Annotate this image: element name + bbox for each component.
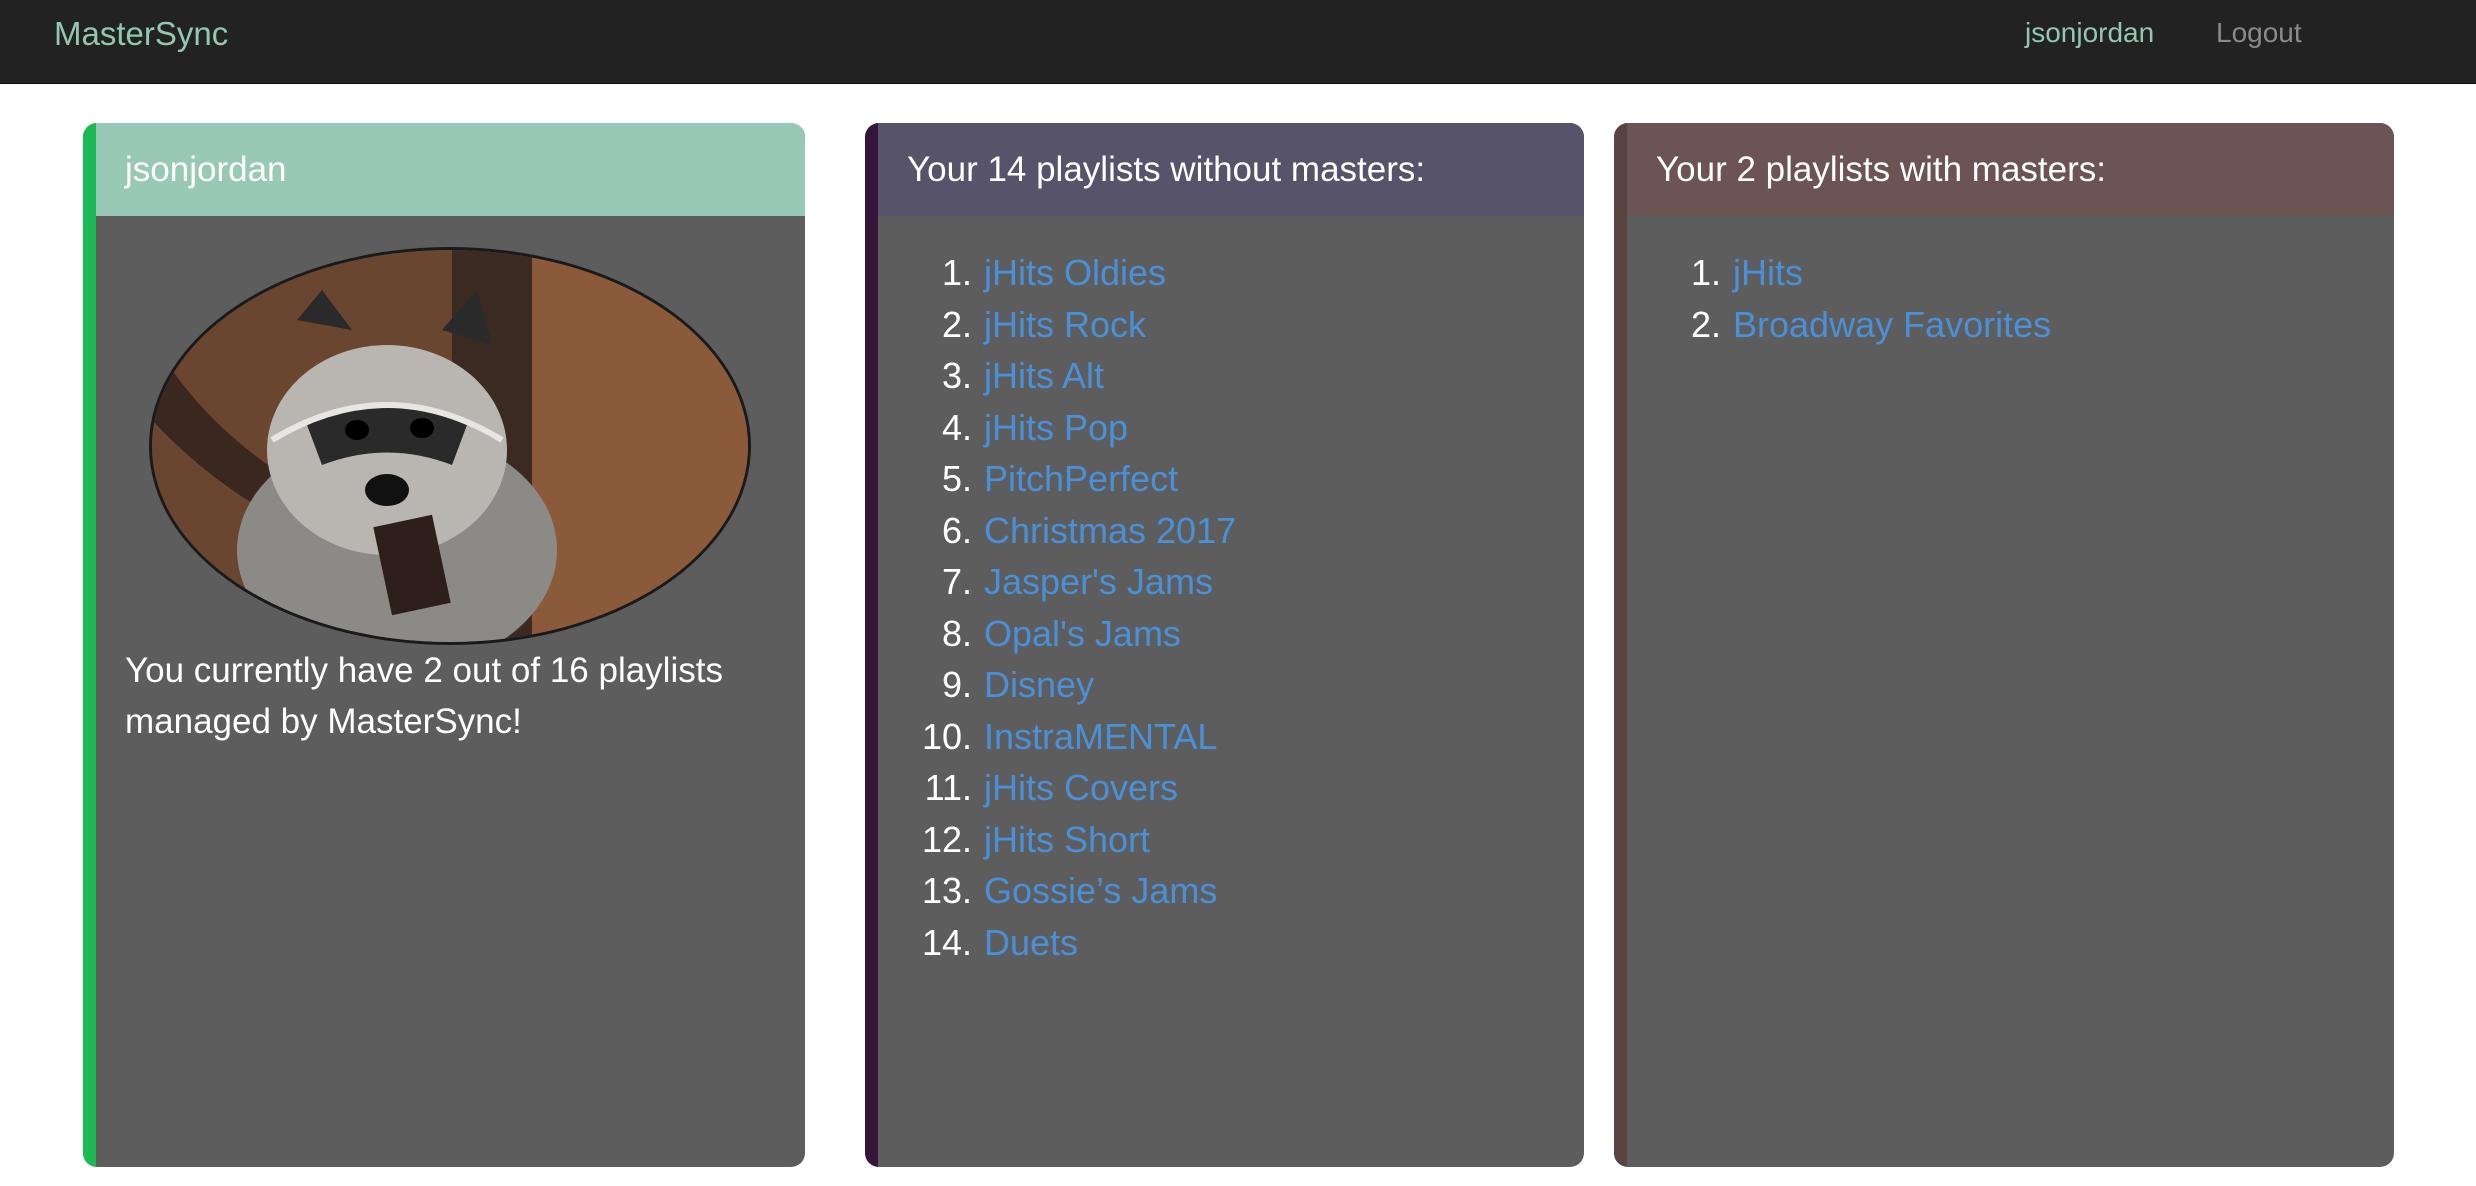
playlist-link[interactable]: jHits bbox=[1733, 252, 1803, 293]
list-item-number: 11. bbox=[924, 767, 972, 808]
playlist-link[interactable]: jHits Short bbox=[984, 819, 1150, 860]
list-item: 13. Gossie’s Jams bbox=[915, 865, 1236, 917]
list-item: 3. jHits Alt bbox=[915, 350, 1236, 402]
list-item: 2. Broadway Favorites bbox=[1664, 299, 2051, 351]
without-masters-list: 1. jHits Oldies 2. jHits Rock 3. jHits Alt 4. j… bbox=[915, 247, 1236, 968]
logout-link[interactable]: Logout bbox=[2216, 15, 2302, 51]
profile-card-accent bbox=[83, 123, 96, 1167]
list-item-number: 3. bbox=[941, 355, 972, 396]
playlist-link[interactable]: Jasper's Jams bbox=[984, 561, 1213, 602]
playlist-link[interactable]: Gossie’s Jams bbox=[984, 870, 1217, 911]
with-masters-card-title: Your 2 playlists with masters: bbox=[1627, 123, 2394, 216]
with-masters-list: 1. jHits 2. Broadway Favorites bbox=[1664, 247, 2051, 350]
without-masters-card-accent bbox=[865, 123, 878, 1167]
brand-link[interactable]: MasterSync bbox=[54, 12, 228, 56]
playlist-link[interactable]: Disney bbox=[984, 664, 1094, 705]
playlist-link[interactable]: jHits Covers bbox=[984, 767, 1178, 808]
top-navbar: MasterSync jsonjordan Logout bbox=[0, 0, 2476, 84]
nav-username-link[interactable]: jsonjordan bbox=[2025, 15, 2154, 51]
playlist-link[interactable]: Christmas 2017 bbox=[984, 510, 1236, 551]
playlist-link[interactable]: jHits Pop bbox=[984, 407, 1128, 448]
list-item: 5. PitchPerfect bbox=[915, 453, 1236, 505]
list-item: 4. jHits Pop bbox=[915, 402, 1236, 454]
list-item-number: 6. bbox=[941, 509, 972, 551]
list-item: 8. Opal's Jams bbox=[915, 608, 1236, 660]
raccoon-photo-icon bbox=[152, 250, 748, 642]
playlist-summary-text: You currently have 2 out of 16 playlists… bbox=[125, 651, 723, 741]
list-item-number: 7. bbox=[941, 561, 972, 602]
list-item-number: 1. bbox=[941, 252, 972, 293]
list-item-number: 14. bbox=[921, 921, 972, 963]
list-item-number: 2. bbox=[941, 303, 972, 345]
playlist-link[interactable]: PitchPerfect bbox=[984, 458, 1178, 499]
playlist-link[interactable]: jHits Rock bbox=[984, 304, 1146, 345]
playlist-link[interactable]: Broadway Favorites bbox=[1733, 304, 2051, 345]
profile-card-title: jsonjordan bbox=[96, 123, 805, 216]
list-item-number: 8. bbox=[941, 612, 972, 654]
list-item-number: 12. bbox=[921, 818, 972, 860]
playlists-without-masters-card: Your 14 playlists without masters: 1. jHi… bbox=[865, 123, 1584, 1167]
list-item: 11. jHits Covers bbox=[915, 762, 1236, 814]
list-item-number: 5. bbox=[941, 458, 972, 499]
playlist-link[interactable]: Duets bbox=[984, 922, 1078, 963]
list-item: 1. jHits Oldies bbox=[915, 247, 1236, 299]
without-masters-card-title: Your 14 playlists without masters: bbox=[878, 123, 1584, 216]
list-item: 7. Jasper's Jams bbox=[915, 556, 1236, 608]
with-masters-card-accent bbox=[1614, 123, 1627, 1167]
list-item-number: 9. bbox=[941, 664, 972, 705]
list-item: 1. jHits bbox=[1664, 247, 2051, 299]
list-item-number: 4. bbox=[941, 406, 972, 448]
playlist-link[interactable]: Opal's Jams bbox=[984, 613, 1181, 654]
list-item: 2. jHits Rock bbox=[915, 299, 1236, 351]
playlist-link[interactable]: InstraMENTAL bbox=[984, 716, 1217, 757]
list-item: 6. Christmas 2017 bbox=[915, 505, 1236, 557]
list-item: 14. Duets bbox=[915, 917, 1236, 969]
list-item-number: 2. bbox=[1690, 303, 1721, 345]
playlist-link[interactable]: jHits Oldies bbox=[984, 252, 1166, 293]
list-item: 12. jHits Short bbox=[915, 814, 1236, 866]
list-item-number: 13. bbox=[921, 870, 972, 911]
playlist-link[interactable]: jHits Alt bbox=[984, 355, 1104, 396]
avatar bbox=[149, 247, 751, 645]
list-item: 9. Disney bbox=[915, 659, 1236, 711]
playlists-with-masters-card: Your 2 playlists with masters: 1. jHits 2.… bbox=[1614, 123, 2394, 1167]
profile-card: jsonjordan You currently have 2 out of 1… bbox=[83, 123, 805, 1167]
list-item-number: 1. bbox=[1690, 252, 1721, 293]
list-item: 10. InstraMENTAL bbox=[915, 711, 1236, 763]
list-item-number: 10. bbox=[921, 715, 972, 757]
